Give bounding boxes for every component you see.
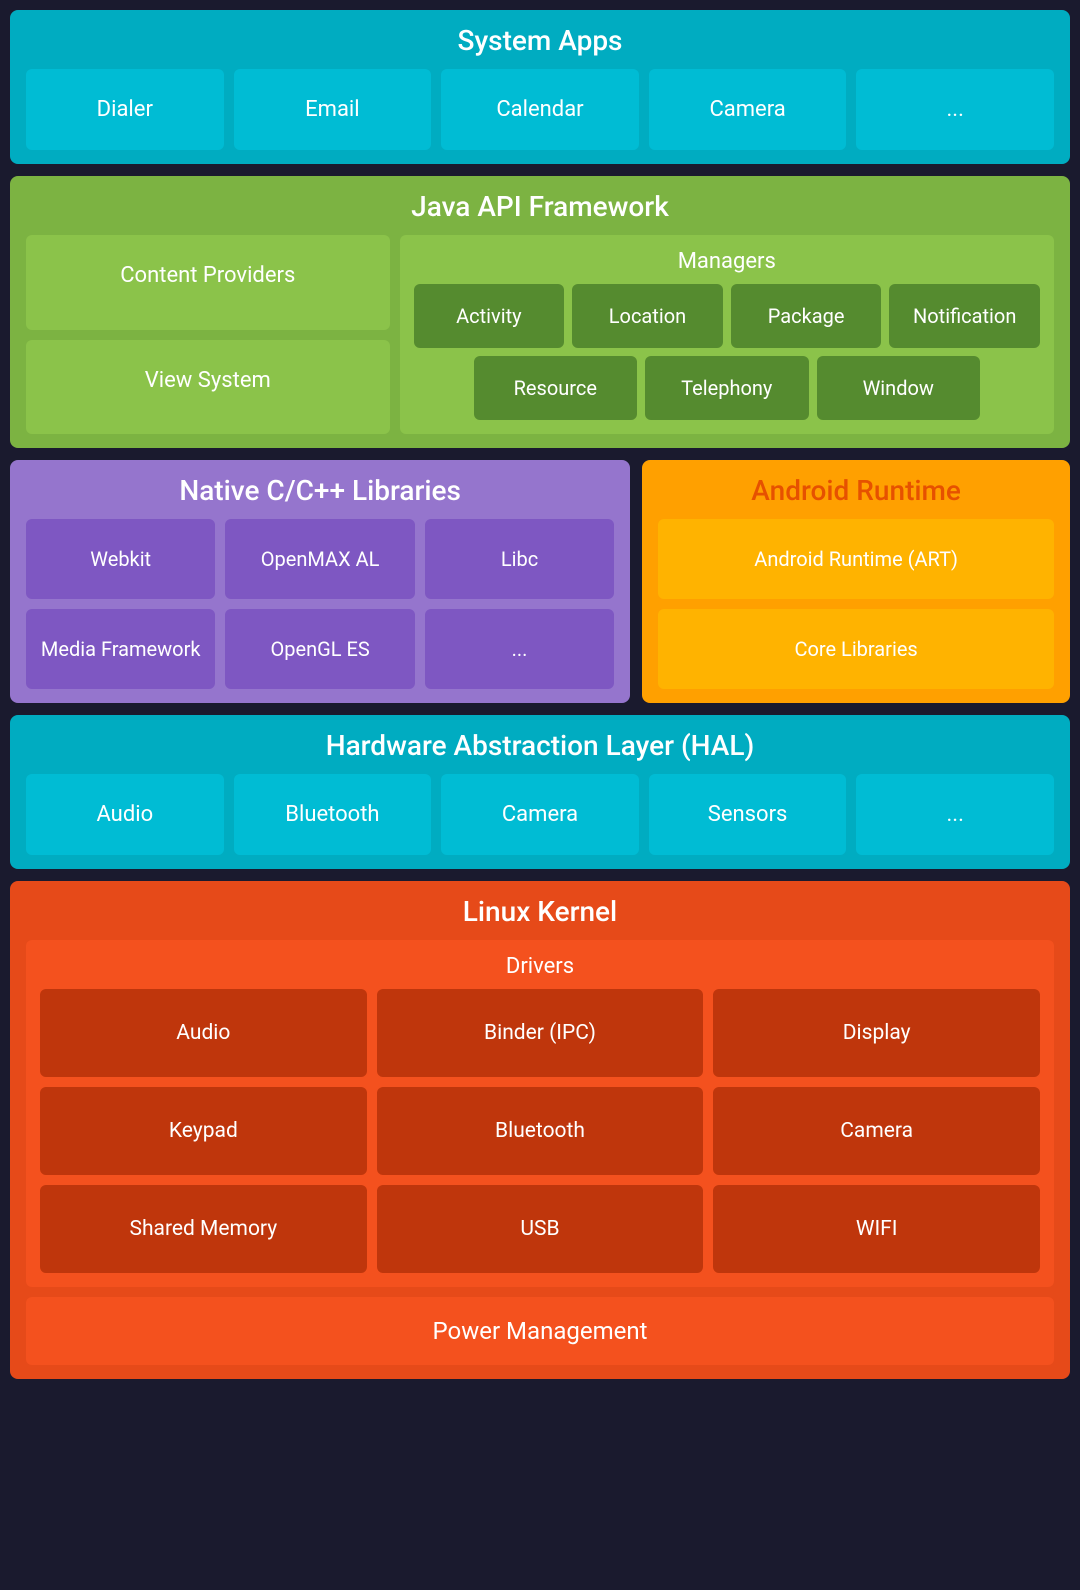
view-system-tile: View System: [26, 340, 390, 435]
hal-layer: Hardware Abstraction Layer (HAL) Audio B…: [10, 715, 1070, 869]
hal-audio: Audio: [26, 774, 224, 855]
app-tile-email: Email: [234, 69, 432, 150]
manager-notification: Notification: [889, 284, 1040, 348]
java-api-title: Java API Framework: [26, 190, 1054, 223]
java-api-layer: Java API Framework Content Providers Vie…: [10, 176, 1070, 448]
java-api-content: Content Providers View System Managers A…: [26, 235, 1054, 434]
power-management: Power Management: [26, 1297, 1054, 1365]
android-runtime-title: Android Runtime: [658, 474, 1054, 507]
driver-display: Display: [713, 989, 1040, 1077]
native-runtime-row: Native C/C++ Libraries Webkit OpenMAX AL…: [10, 460, 1070, 703]
content-providers-tile: Content Providers: [26, 235, 390, 330]
hal-title: Hardware Abstraction Layer (HAL): [26, 729, 1054, 762]
native-media: Media Framework: [26, 609, 215, 689]
native-libc: Libc: [425, 519, 614, 599]
native-cpp-title: Native C/C++ Libraries: [26, 474, 614, 507]
system-apps-layer: System Apps Dialer Email Calendar Camera…: [10, 10, 1070, 164]
managers-title: Managers: [414, 249, 1040, 274]
hal-sensors: Sensors: [649, 774, 847, 855]
managers-row2: Resource Telephony Window: [414, 356, 1040, 420]
managers-row1: Activity Location Package Notification: [414, 284, 1040, 348]
native-opengl: OpenGL ES: [225, 609, 414, 689]
hal-bluetooth: Bluetooth: [234, 774, 432, 855]
hal-grid: Audio Bluetooth Camera Sensors ...: [26, 774, 1054, 855]
system-apps-title: System Apps: [26, 24, 1054, 57]
manager-activity: Activity: [414, 284, 565, 348]
hal-camera: Camera: [441, 774, 639, 855]
app-tile-calendar: Calendar: [441, 69, 639, 150]
app-tile-dialer: Dialer: [26, 69, 224, 150]
driver-shared-memory: Shared Memory: [40, 1185, 367, 1273]
driver-audio: Audio: [40, 989, 367, 1077]
driver-wifi: WIFI: [713, 1185, 1040, 1273]
linux-kernel-layer: Linux Kernel Drivers Audio Binder (IPC) …: [10, 881, 1070, 1379]
drivers-box: Drivers Audio Binder (IPC) Display Keypa…: [26, 940, 1054, 1287]
manager-location: Location: [572, 284, 723, 348]
system-apps-grid: Dialer Email Calendar Camera ...: [26, 69, 1054, 150]
runtime-art: Android Runtime (ART): [658, 519, 1054, 599]
app-tile-more: ...: [856, 69, 1054, 150]
android-runtime-layer: Android Runtime Android Runtime (ART) Co…: [642, 460, 1070, 703]
manager-telephony: Telephony: [645, 356, 808, 420]
drivers-title: Drivers: [40, 954, 1040, 979]
linux-kernel-title: Linux Kernel: [26, 895, 1054, 928]
app-tile-camera: Camera: [649, 69, 847, 150]
native-cpp-layer: Native C/C++ Libraries Webkit OpenMAX AL…: [10, 460, 630, 703]
manager-package: Package: [731, 284, 882, 348]
driver-keypad: Keypad: [40, 1087, 367, 1175]
hal-more: ...: [856, 774, 1054, 855]
native-webkit: Webkit: [26, 519, 215, 599]
runtime-grid: Android Runtime (ART) Core Libraries: [658, 519, 1054, 689]
driver-camera: Camera: [713, 1087, 1040, 1175]
manager-resource: Resource: [474, 356, 637, 420]
driver-bluetooth: Bluetooth: [377, 1087, 704, 1175]
native-more: ...: [425, 609, 614, 689]
driver-binder: Binder (IPC): [377, 989, 704, 1077]
native-openmax: OpenMAX AL: [225, 519, 414, 599]
drivers-grid: Audio Binder (IPC) Display Keypad Blueto…: [40, 989, 1040, 1273]
driver-usb: USB: [377, 1185, 704, 1273]
runtime-core-libs: Core Libraries: [658, 609, 1054, 689]
java-left: Content Providers View System: [26, 235, 390, 434]
managers-box: Managers Activity Location Package Notif…: [400, 235, 1054, 434]
manager-window: Window: [817, 356, 980, 420]
native-grid: Webkit OpenMAX AL Libc Media Framework O…: [26, 519, 614, 689]
